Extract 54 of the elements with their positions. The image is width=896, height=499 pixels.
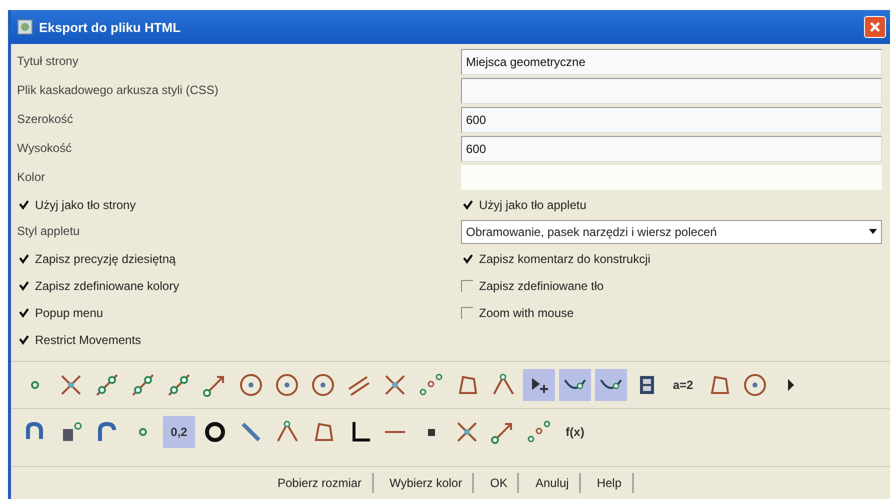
checkbox[interactable]: Zapisz zdefiniowane tło [461, 278, 604, 292]
tool-button[interactable]: f(x) [559, 416, 591, 448]
circle-icon [310, 372, 336, 398]
curve-icon [600, 379, 622, 391]
text-field[interactable]: 600 [461, 107, 882, 133]
check-icon [18, 308, 28, 318]
style-dropdown[interactable]: Obramowanie, pasek narzędzi i wiersz poleceń [461, 220, 882, 244]
circle-icon [238, 372, 264, 398]
color-swatch[interactable] [461, 165, 882, 190]
points-icon [418, 372, 444, 398]
curve-icon [564, 379, 586, 391]
check-icon [18, 335, 28, 345]
dropdown-arrow-icon [869, 229, 877, 234]
field-label: Tytuł strony [17, 53, 80, 70]
checkbox[interactable]: Restrict Movements [17, 332, 142, 346]
check-icon [462, 200, 472, 210]
app-icon [17, 19, 33, 35]
field-label: Wysokość [17, 140, 73, 157]
field-label: Kolor [17, 169, 46, 186]
window-title: Eksport do pliku HTML [39, 20, 182, 34]
checkbox[interactable]: Popup menu [17, 306, 104, 320]
check-icon [462, 254, 472, 264]
close-icon [869, 21, 881, 33]
tool-button[interactable] [595, 369, 627, 401]
tool-button[interactable] [559, 369, 591, 401]
line-icon [94, 372, 120, 398]
tool-button[interactable] [523, 369, 555, 401]
check-icon [18, 200, 28, 210]
tool-button[interactable]: a=2 [667, 369, 699, 401]
field-label: Szerokość [17, 111, 74, 128]
line-icon [166, 372, 192, 398]
text-field[interactable]: 600 [461, 136, 882, 162]
checkbox[interactable]: Zapisz zdefiniowane kolory [17, 278, 180, 292]
checkbox[interactable]: Użyj jako tło appletu [461, 198, 586, 212]
checkbox[interactable]: Zapisz precyzję dziesiętną [17, 252, 176, 266]
checkbox[interactable]: Zoom with mouse [461, 306, 574, 320]
line-segment-icon [385, 431, 405, 433]
ring-icon [202, 419, 228, 445]
close-button[interactable] [864, 16, 886, 38]
square-icon [428, 428, 434, 436]
field-label: Styl appletu [17, 223, 80, 240]
checkbox[interactable]: Zapisz komentarz do konstrukcji [461, 252, 650, 266]
points-icon [526, 419, 552, 445]
check-icon [18, 281, 28, 291]
circle-icon [742, 372, 768, 398]
tool-button[interactable]: 0,2 [163, 416, 195, 448]
circle-icon [274, 372, 300, 398]
text-field[interactable]: Miejsca geometryczne [461, 49, 882, 75]
text-field[interactable] [461, 78, 882, 104]
field-label: Plik kaskadowego arkusza styli (CSS) [17, 82, 220, 99]
check-icon [18, 254, 28, 264]
line-icon [130, 372, 156, 398]
checkbox[interactable]: Użyj jako tło strony [17, 198, 136, 212]
scroll-right-icon [787, 378, 795, 392]
